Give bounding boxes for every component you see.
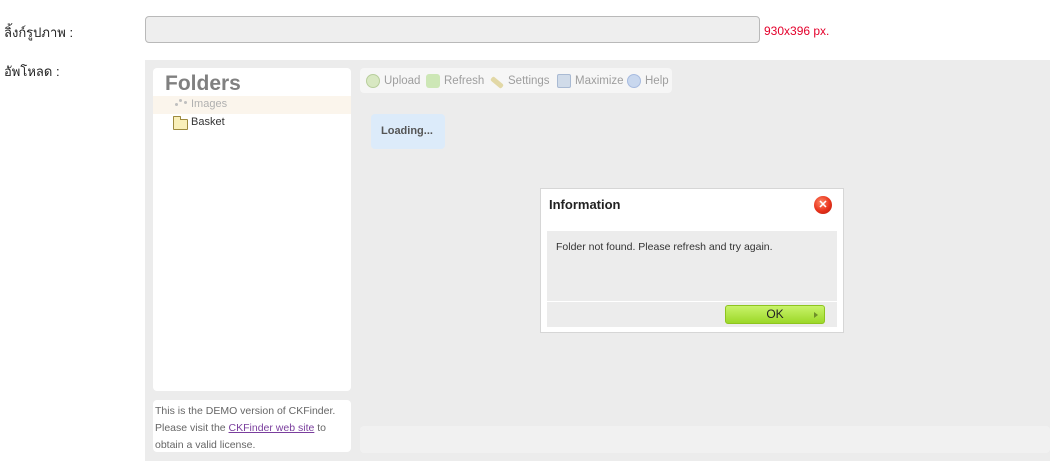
help-icon: [627, 74, 641, 88]
loading-indicator: Loading...: [371, 114, 445, 149]
demo-line-2-pre: Please visit the: [155, 422, 229, 434]
folders-title: Folders: [165, 72, 241, 95]
information-dialog: Information ✕ Folder not found. Please r…: [540, 188, 844, 333]
folders-panel: Folders Images Basket: [153, 68, 351, 391]
dialog-footer: OK: [547, 302, 837, 327]
settings-button[interactable]: Settings: [490, 73, 550, 89]
close-icon[interactable]: ✕: [814, 196, 832, 214]
size-note: 930x396 px.: [764, 24, 830, 38]
folder-item-images[interactable]: Images: [153, 96, 351, 114]
maximize-label: Maximize: [575, 75, 624, 87]
refresh-button[interactable]: Refresh: [426, 73, 484, 89]
spinner-icon: [173, 98, 189, 110]
settings-label: Settings: [508, 75, 550, 87]
ok-button[interactable]: OK: [725, 305, 825, 324]
refresh-icon: [426, 74, 440, 88]
refresh-label: Refresh: [444, 75, 485, 87]
image-link-input[interactable]: [145, 16, 760, 43]
folder-label: Images: [191, 98, 228, 110]
arrow-right-icon: [814, 312, 818, 318]
maximize-button[interactable]: Maximize: [557, 73, 624, 89]
demo-line-1: This is the DEMO version of CKFinder.: [155, 405, 336, 417]
upload-button[interactable]: Upload: [366, 73, 420, 89]
dialog-message: Folder not found. Please refresh and try…: [547, 231, 837, 301]
upload-label: Upload: [384, 75, 421, 87]
dialog-title: Information: [549, 197, 621, 212]
upload-icon: [366, 74, 380, 88]
settings-icon: [490, 76, 504, 89]
ok-label: OK: [766, 307, 784, 321]
maximize-icon: [557, 74, 571, 88]
ckfinder-panel: Folders Images Basket This is the DEMO v…: [145, 60, 1050, 461]
demo-notice: This is the DEMO version of CKFinder. Pl…: [153, 400, 351, 452]
demo-line-2-post: to: [314, 422, 327, 434]
demo-line-3: obtain a valid license.: [155, 439, 256, 451]
image-link-label: ลิ้งก์รูปภาพ :: [4, 25, 74, 40]
help-button[interactable]: Help: [627, 73, 669, 89]
folder-icon: [173, 116, 188, 130]
status-bar: [360, 426, 1050, 453]
folder-label: Basket: [191, 116, 225, 128]
ckfinder-website-link[interactable]: CKFinder web site: [229, 422, 315, 434]
help-label: Help: [645, 75, 669, 87]
finder-toolbar: Upload Refresh Settings Maximize Help: [360, 68, 672, 93]
upload-label: อัพโหลด :: [4, 64, 60, 79]
folder-item-basket[interactable]: Basket: [153, 114, 351, 132]
